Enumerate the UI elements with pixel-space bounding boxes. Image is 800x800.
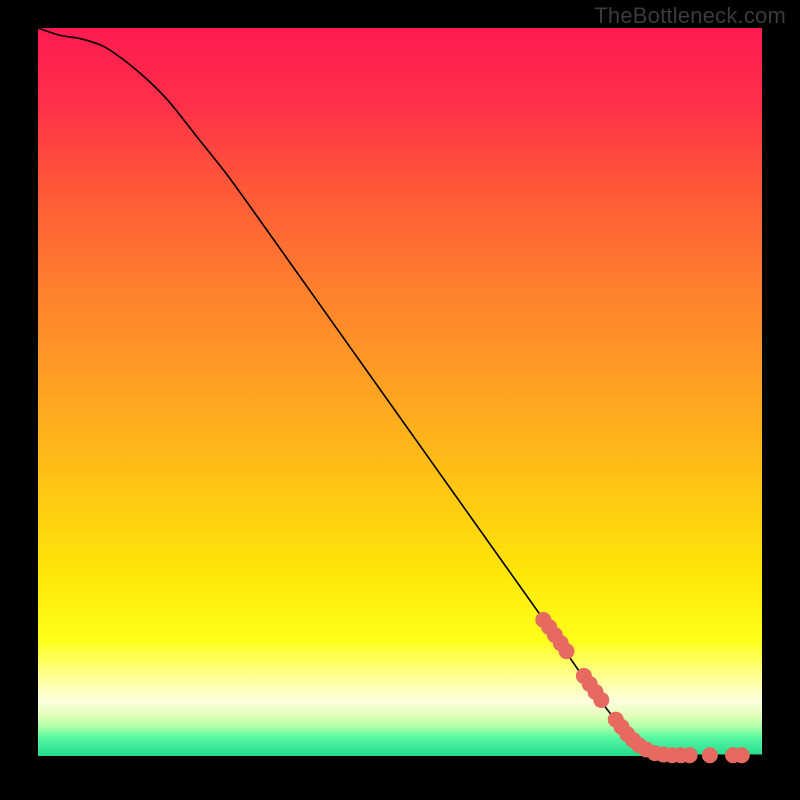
marker-dot bbox=[593, 692, 609, 708]
marker-dot bbox=[559, 643, 575, 659]
chart-canvas bbox=[0, 0, 800, 800]
marker-dot bbox=[734, 747, 750, 763]
marker-dot bbox=[682, 747, 698, 763]
marker-dot bbox=[702, 747, 718, 763]
chart-stage: TheBottleneck.com bbox=[0, 0, 800, 800]
watermark-text: TheBottleneck.com bbox=[594, 3, 786, 29]
plot-background bbox=[38, 28, 762, 756]
